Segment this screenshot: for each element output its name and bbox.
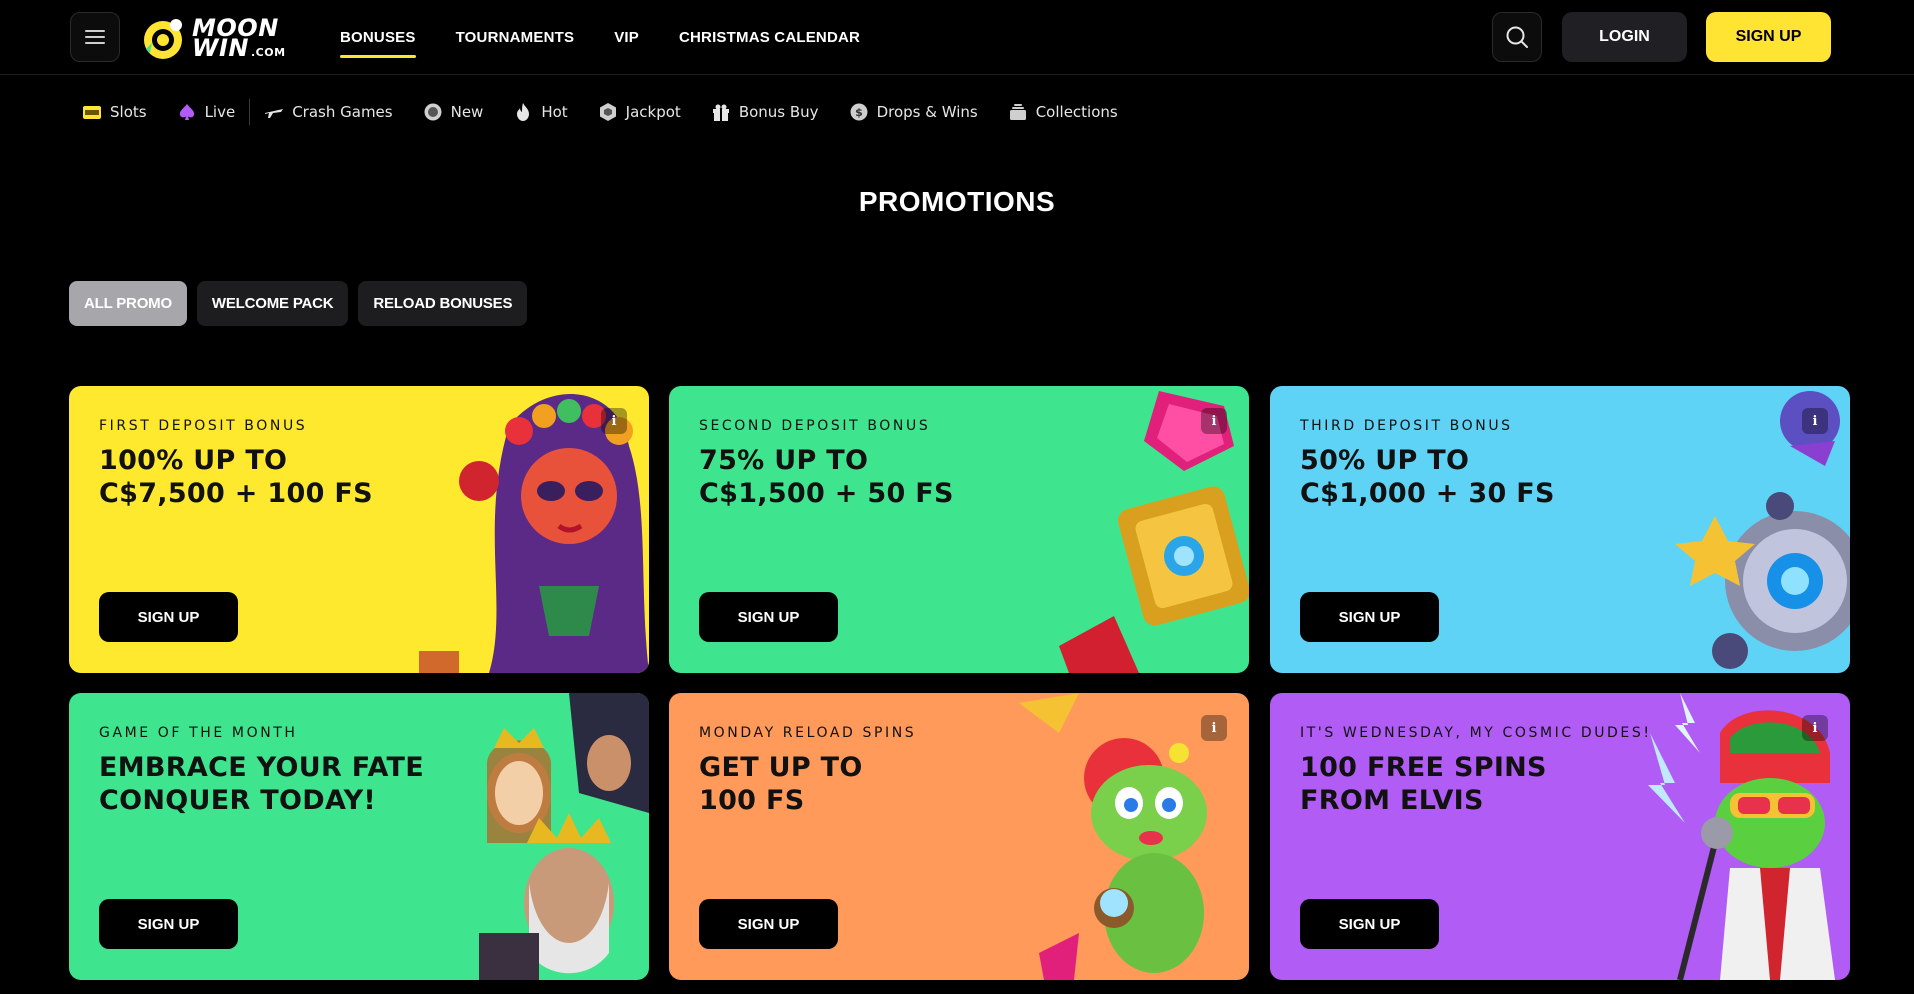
- flame-icon: [517, 103, 530, 121]
- card-title-line: CONQUER TODAY!: [99, 785, 377, 816]
- category-collections[interactable]: Collections: [1008, 102, 1118, 122]
- category-label: Jackpot: [625, 103, 681, 121]
- card-info-button[interactable]: i: [1802, 715, 1828, 741]
- category-new[interactable]: New: [423, 102, 484, 122]
- promo-card-third-deposit: i THIRD DEPOSIT BONUS 50% UP TO C$1,000 …: [1270, 386, 1850, 673]
- card-signup-button[interactable]: SIGN UP: [1300, 899, 1439, 949]
- card-title: GET UP TO 100 FS: [699, 751, 1059, 817]
- stack-icon: [1009, 104, 1026, 120]
- category-bonus-buy[interactable]: Bonus Buy: [711, 102, 819, 122]
- card-title-line: GET UP TO: [699, 752, 863, 783]
- category-bar: Slots Live Crash Games New Hot Jackpot B…: [82, 95, 1148, 129]
- king-queen-illustration: [479, 693, 649, 980]
- coin-icon: $: [850, 103, 868, 121]
- logo-win-text: WIN: [192, 34, 249, 62]
- card-kicker: MONDAY RELOAD SPINS: [699, 725, 917, 741]
- nav-christmas-calendar[interactable]: CHRISTMAS CALENDAR: [679, 29, 860, 46]
- card-kicker: GAME OF THE MONTH: [99, 725, 298, 741]
- card-title-line: EMBRACE YOUR FATE: [99, 752, 424, 783]
- svg-text:$: $: [855, 106, 863, 119]
- moon-logo-icon: [144, 19, 182, 59]
- card-title: 100% UP TO C$7,500 + 100 FS: [99, 444, 459, 510]
- card-title-line: FROM ELVIS: [1300, 785, 1484, 816]
- search-icon: [1506, 26, 1528, 48]
- hamburger-icon: [85, 30, 105, 44]
- category-jackpot[interactable]: Jackpot: [598, 102, 681, 122]
- promo-filters: ALL PROMO WELCOME PACK RELOAD BONUSES: [69, 281, 528, 326]
- category-label: Hot: [541, 103, 568, 121]
- spade-icon: [179, 104, 194, 120]
- category-live[interactable]: Live: [177, 102, 236, 122]
- card-info-button[interactable]: i: [1802, 408, 1828, 434]
- filter-all-promo[interactable]: ALL PROMO: [69, 281, 187, 326]
- card-signup-button[interactable]: SIGN UP: [99, 592, 238, 642]
- plane-icon: [265, 109, 284, 118]
- card-title-line: C$1,500 + 50 FS: [699, 478, 954, 509]
- card-signup-button[interactable]: SIGN UP: [699, 592, 838, 642]
- category-hot[interactable]: Hot: [513, 102, 568, 122]
- nav-tournaments[interactable]: TOURNAMENTS: [456, 29, 575, 46]
- login-button[interactable]: LOGIN: [1562, 12, 1687, 62]
- promo-card-first-deposit: i FIRST DEPOSIT BONUS 100% UP TO C$7,500…: [69, 386, 649, 673]
- card-title-line: 75% UP TO: [699, 445, 869, 476]
- promo-card-second-deposit: i SECOND DEPOSIT BONUS 75% UP TO C$1,500…: [669, 386, 1249, 673]
- category-label: Live: [204, 103, 236, 121]
- nav-bonuses[interactable]: BONUSES: [340, 29, 416, 58]
- search-button[interactable]: [1492, 12, 1542, 62]
- card-title-line: C$1,000 + 30 FS: [1300, 478, 1555, 509]
- card-title-line: C$7,500 + 100 FS: [99, 478, 373, 509]
- promo-card-cosmic-wednesday: i IT'S WEDNESDAY, MY COSMIC DUDES! 100 F…: [1270, 693, 1850, 980]
- nav-vip[interactable]: VIP: [614, 29, 639, 46]
- card-title-line: 50% UP TO: [1300, 445, 1470, 476]
- signup-button[interactable]: SIGN UP: [1706, 12, 1831, 62]
- site-header: MOON WIN .COM BONUSES TOURNAMENTS VIP CHR…: [0, 0, 1914, 75]
- card-info-button[interactable]: i: [601, 408, 627, 434]
- gift-icon: [712, 104, 729, 121]
- category-label: Drops & Wins: [876, 103, 978, 121]
- card-title: 50% UP TO C$1,000 + 30 FS: [1300, 444, 1660, 510]
- site-logo[interactable]: MOON WIN .COM: [140, 12, 286, 64]
- category-label: Bonus Buy: [738, 103, 819, 121]
- category-label: New: [450, 103, 484, 121]
- category-divider: [249, 99, 251, 125]
- category-crash-games[interactable]: Crash Games: [264, 102, 393, 122]
- card-kicker: THIRD DEPOSIT BONUS: [1300, 418, 1513, 434]
- category-label: Crash Games: [292, 103, 393, 121]
- promo-card-game-of-month: GAME OF THE MONTH EMBRACE YOUR FATE CONQ…: [69, 693, 649, 980]
- card-title-line: 100% UP TO: [99, 445, 288, 476]
- card-title: EMBRACE YOUR FATE CONQUER TODAY!: [99, 751, 459, 817]
- page-title: PROMOTIONS: [858, 186, 1056, 217]
- hexagon-gem-icon: [599, 103, 616, 121]
- card-info-button[interactable]: i: [1201, 715, 1227, 741]
- slot-machine-icon: [83, 106, 101, 119]
- category-drops-wins[interactable]: $ Drops & Wins: [849, 102, 978, 122]
- card-info-button[interactable]: i: [1201, 408, 1227, 434]
- filter-welcome-pack[interactable]: WELCOME PACK: [196, 281, 349, 326]
- logo-suffix: .COM: [251, 46, 286, 59]
- new-badge-icon: [424, 103, 442, 121]
- card-title: 100 FREE SPINS FROM ELVIS: [1300, 751, 1660, 817]
- menu-button[interactable]: [70, 12, 120, 62]
- card-signup-button[interactable]: SIGN UP: [699, 899, 838, 949]
- category-label: Collections: [1035, 103, 1118, 121]
- card-kicker: IT'S WEDNESDAY, MY COSMIC DUDES!: [1300, 725, 1652, 741]
- card-kicker: FIRST DEPOSIT BONUS: [99, 418, 308, 434]
- card-signup-button[interactable]: SIGN UP: [1300, 592, 1439, 642]
- logo-wordmark: MOON WIN .COM: [192, 15, 286, 60]
- card-signup-button[interactable]: SIGN UP: [99, 899, 238, 949]
- category-label: Slots: [110, 103, 147, 121]
- card-title-line: 100 FS: [699, 785, 805, 816]
- main-nav: BONUSES TOURNAMENTS VIP CHRISTMAS CALEND…: [340, 0, 860, 75]
- card-title-line: 100 FREE SPINS: [1300, 752, 1547, 783]
- filter-reload-bonuses[interactable]: RELOAD BONUSES: [358, 281, 528, 326]
- category-slots[interactable]: Slots: [82, 102, 147, 122]
- logo-line-win: WIN .COM: [192, 36, 286, 60]
- card-title: 75% UP TO C$1,500 + 50 FS: [699, 444, 1059, 510]
- card-kicker: SECOND DEPOSIT BONUS: [699, 418, 931, 434]
- promo-card-monday-reload: i MONDAY RELOAD SPINS GET UP TO 100 FS S…: [669, 693, 1249, 980]
